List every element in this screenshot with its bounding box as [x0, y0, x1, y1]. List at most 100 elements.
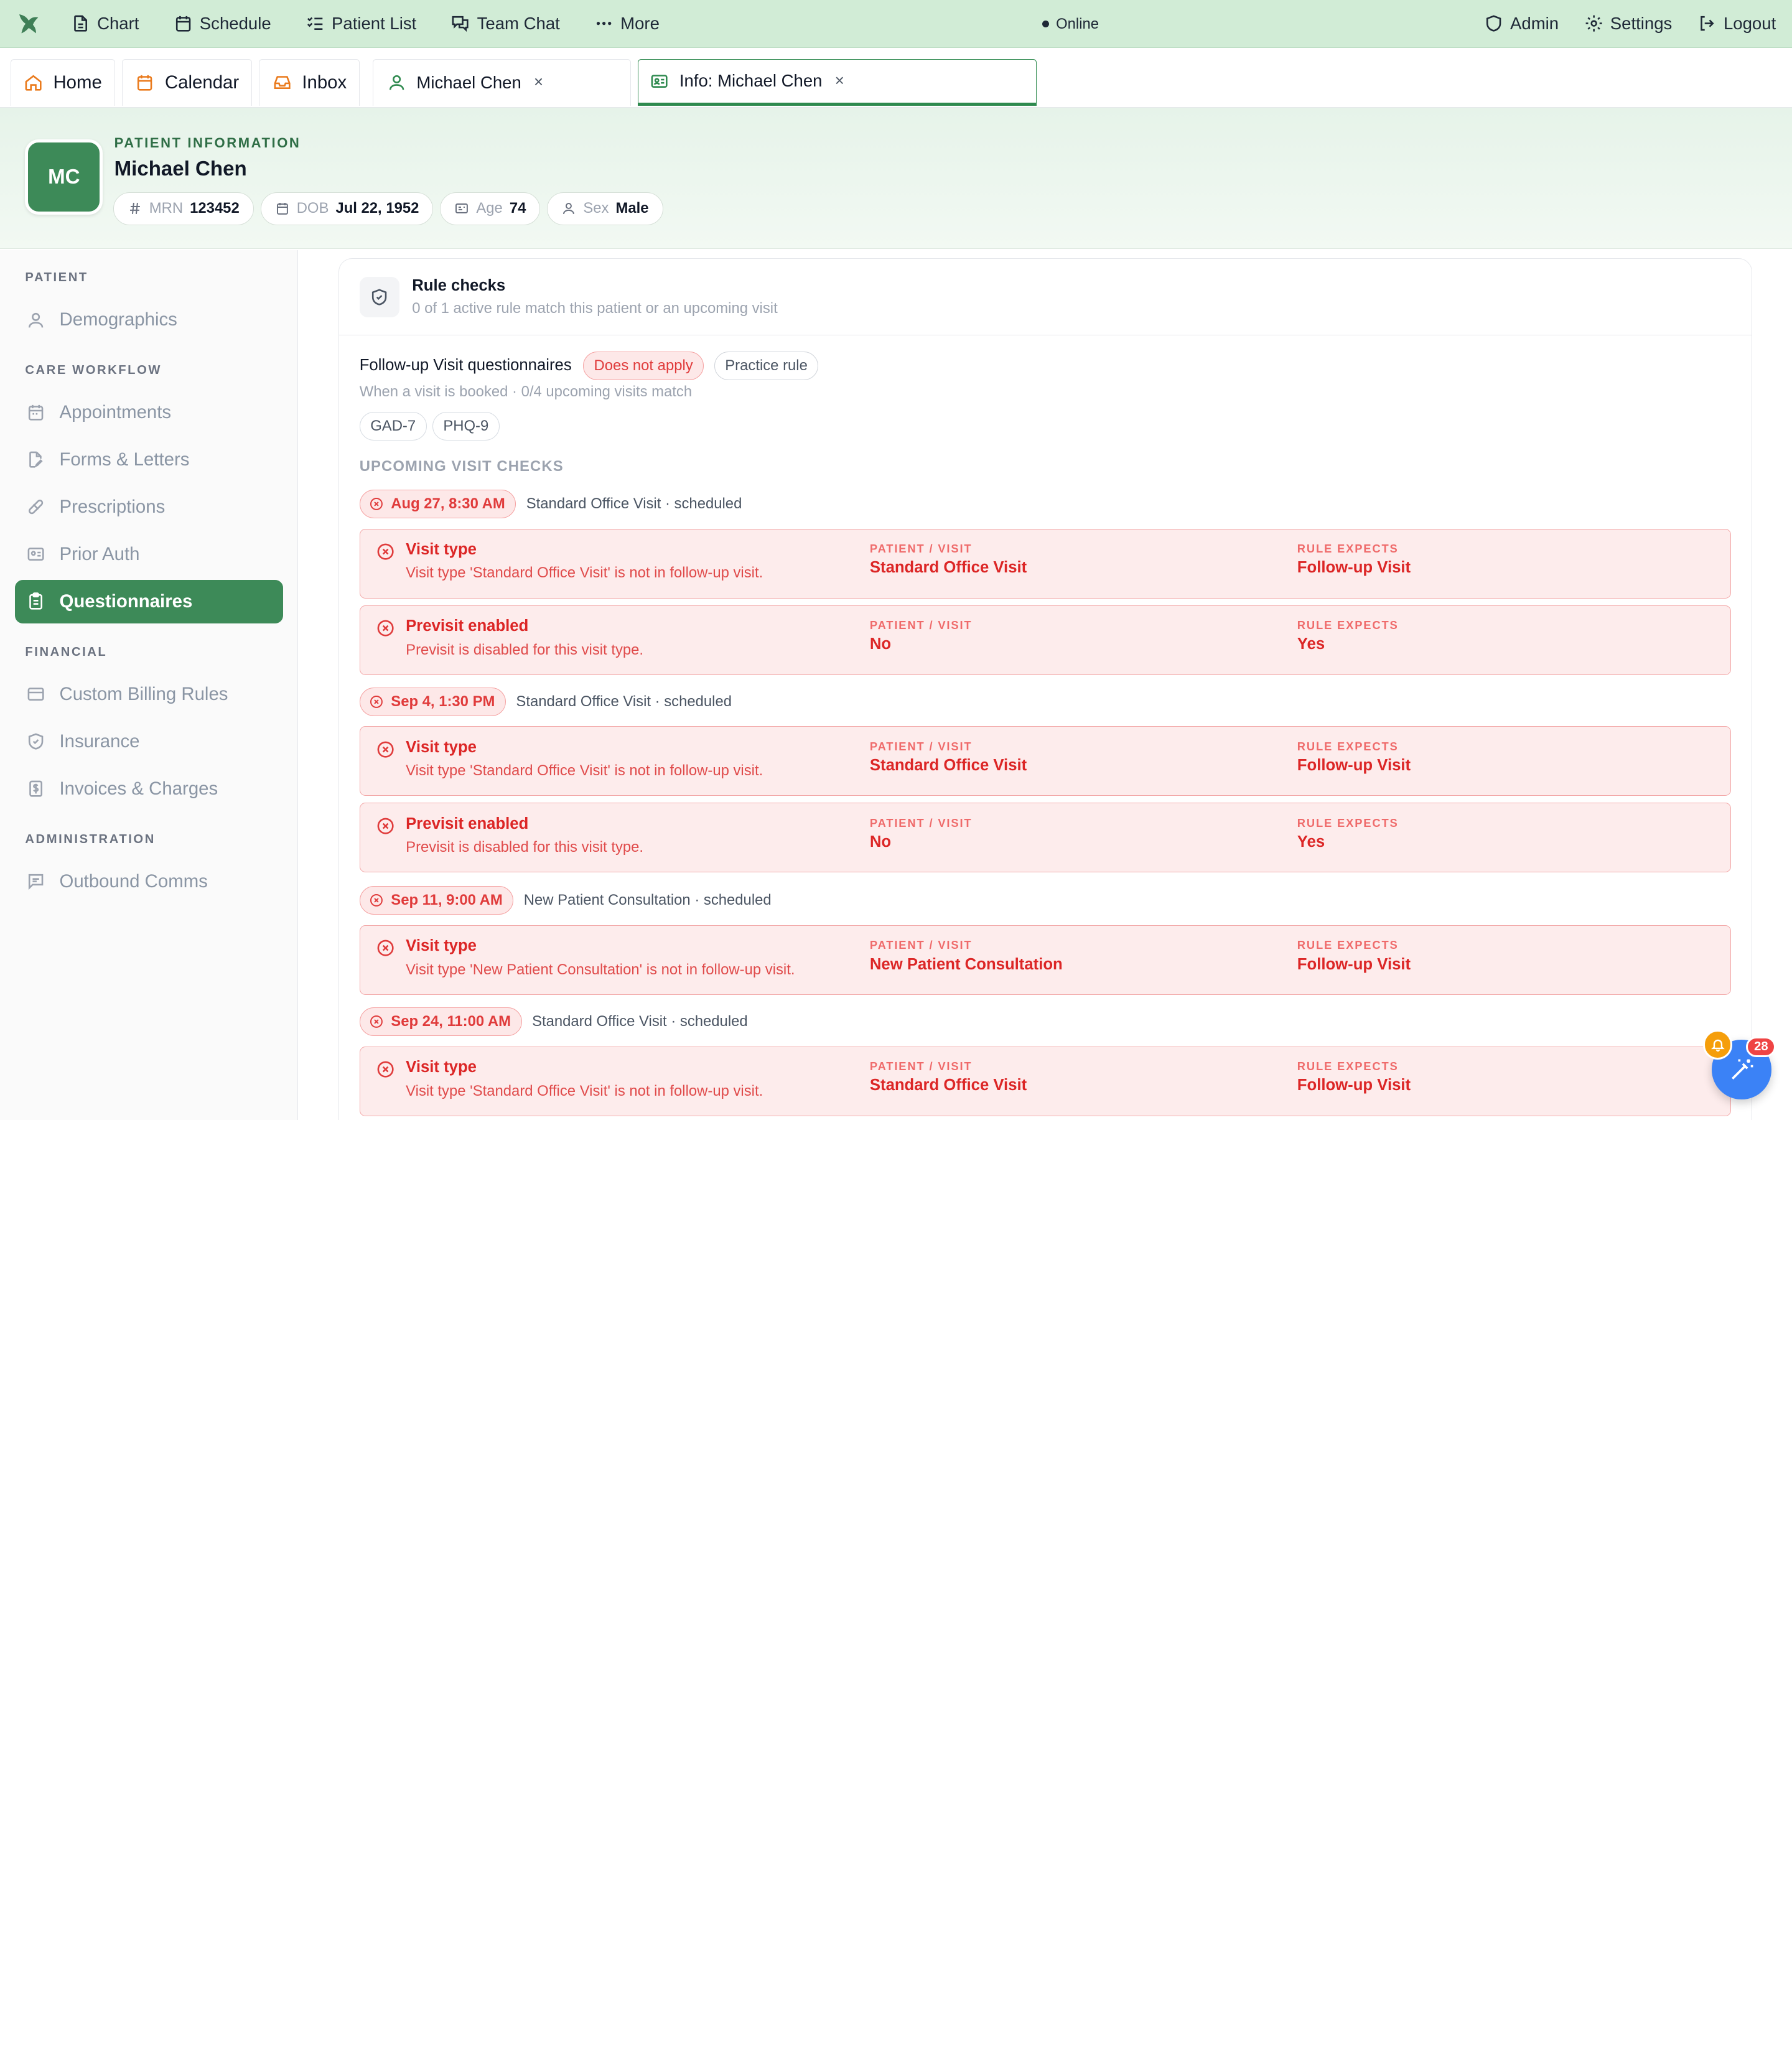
nav-chart[interactable]: Chart — [71, 14, 139, 34]
sidebar-item-label: Prescriptions — [59, 497, 166, 517]
rule-expects-label: RULE EXPECTS — [1297, 938, 1399, 952]
clipboard-icon — [29, 592, 43, 610]
shield-icon — [1486, 15, 1501, 32]
visit-header: Aug 27, 8:30 AM Standard Office Visit · … — [359, 490, 742, 518]
sidebar-item-label: Questionnaires — [59, 591, 193, 612]
nav-chart-label: Chart — [97, 14, 139, 34]
avatar: MC — [25, 139, 103, 215]
tab-patient[interactable]: Michael Chen × — [372, 58, 631, 106]
check-row: Visit type Visit type 'New Patient Consu… — [359, 925, 1731, 995]
sidebar-item-prescriptions[interactable]: Prescriptions — [15, 485, 283, 529]
notification-bell-icon[interactable] — [1702, 1029, 1733, 1060]
nav-patient-list[interactable]: Patient List — [306, 14, 417, 34]
nav-logout[interactable]: Logout — [1697, 14, 1776, 34]
nav-more[interactable]: More — [594, 14, 660, 34]
check-description: Visit type 'New Patient Consultation' is… — [406, 961, 795, 978]
visit-meta: Standard Office Visit · scheduled — [532, 1013, 748, 1030]
sex-key: Sex — [583, 200, 609, 217]
card-header: Rule checks 0 of 1 active rule match thi… — [338, 259, 1752, 336]
nav-settings[interactable]: Settings — [1584, 14, 1672, 34]
id-card-icon — [651, 74, 668, 88]
tag-phq9: PHQ-9 — [432, 412, 500, 441]
tab-patient-info-label: Info: Michael Chen — [679, 71, 823, 91]
nav-schedule[interactable]: Schedule — [174, 14, 271, 34]
nav-team-chat[interactable]: Team Chat — [450, 14, 560, 34]
check-description: Previsit is disabled for this visit type… — [406, 839, 644, 856]
inbox-icon — [274, 76, 291, 90]
visit-date-badge: Sep 4, 1:30 PM — [359, 687, 506, 716]
visit-date: Sep 11, 9:00 AM — [391, 892, 503, 909]
check-description: Previsit is disabled for this visit type… — [406, 641, 644, 658]
sidebar-item-label: Forms & Letters — [59, 449, 190, 470]
x-circle-icon — [370, 695, 383, 708]
sidebar-item-invoices-charges[interactable]: Invoices & Charges — [15, 767, 283, 811]
sidebar-item-appointments[interactable]: Appointments — [15, 391, 283, 434]
check-description: Visit type 'Standard Office Visit' is no… — [406, 1082, 763, 1099]
tab-inbox[interactable]: Inbox — [259, 58, 360, 106]
sidebar-item-outbound-comms[interactable]: Outbound Comms — [15, 860, 283, 903]
tab-calendar-label: Calendar — [164, 72, 240, 93]
tag-gad7: GAD-7 — [359, 412, 427, 441]
mrn-key: MRN — [149, 200, 184, 217]
check-title: Visit type — [406, 937, 477, 955]
pill-icon — [29, 500, 44, 515]
x-circle-icon — [378, 741, 394, 758]
ellipsis-icon — [596, 22, 612, 26]
patient-chips: MRN 123452 DOB Jul 22, 1952 Age 74 Sex M… — [113, 192, 663, 225]
tab-calendar[interactable]: Calendar — [122, 58, 253, 106]
patient-visit-value: Standard Office Visit — [869, 1076, 1027, 1094]
user-icon — [29, 312, 44, 328]
credit-card-icon — [27, 688, 44, 701]
questionnaire-tags: GAD-7 PHQ-9 — [359, 412, 500, 441]
x-circle-icon — [378, 543, 394, 560]
visit-header: Sep 4, 1:30 PM Standard Office Visit · s… — [359, 687, 732, 716]
sidebar-item-custom-billing-rules[interactable]: Custom Billing Rules — [15, 673, 283, 716]
connection-status-label: Online — [1056, 15, 1099, 32]
patient-visit-label: PATIENT / VISIT — [869, 618, 973, 632]
sidebar-item-label: Appointments — [59, 401, 172, 422]
patient-visit-label: PATIENT / VISIT — [869, 816, 973, 829]
sidebar-item-questionnaires[interactable]: Questionnaires — [14, 580, 283, 623]
x-circle-icon — [370, 498, 383, 510]
dob-key: DOB — [296, 200, 329, 217]
sex-chip: Sex Male — [547, 192, 663, 225]
sidebar-item-demographics[interactable]: Demographics — [15, 298, 283, 342]
patient-visit-label: PATIENT / VISIT — [869, 739, 973, 753]
close-icon[interactable]: × — [835, 72, 844, 90]
x-circle-icon — [378, 818, 394, 834]
x-circle-icon — [378, 940, 394, 956]
check-title: Previsit enabled — [406, 617, 529, 635]
patient-visit-value: Standard Office Visit — [869, 757, 1027, 775]
sidebar-section-care-workflow: CARE WORKFLOW — [25, 363, 162, 378]
sidebar-item-forms-letters[interactable]: Forms & Letters — [15, 438, 283, 482]
nav-admin-label: Admin — [1510, 14, 1559, 34]
sidebar-item-label: Outbound Comms — [59, 870, 208, 892]
visit-date: Sep 4, 1:30 PM — [391, 693, 495, 710]
nav-patient-list-label: Patient List — [332, 14, 417, 34]
check-row: Previsit enabled Previsit is disabled fo… — [359, 605, 1731, 675]
sidebar-item-insurance[interactable]: Insurance — [15, 720, 283, 763]
top-nav-bar: Chart Schedule Patient List Team Chat Mo… — [0, 0, 1792, 49]
section-heading: UPCOMING VISIT CHECKS — [359, 457, 564, 475]
rule-expects-label: RULE EXPECTS — [1297, 739, 1399, 753]
rule-expects-value: Yes — [1297, 833, 1325, 851]
home-icon — [25, 75, 42, 91]
age-chip: Age 74 — [440, 192, 541, 225]
sidebar-item-label: Insurance — [59, 730, 140, 752]
tab-home-label: Home — [53, 72, 102, 93]
close-icon[interactable]: × — [534, 73, 543, 91]
sidebar-item-prior-auth[interactable]: Prior Auth — [15, 533, 283, 576]
rule-expects-value: Follow-up Visit — [1297, 559, 1411, 577]
tab-home[interactable]: Home — [10, 58, 116, 106]
visit-header: Sep 11, 9:00 AM New Patient Consultation… — [359, 886, 772, 915]
nav-admin[interactable]: Admin — [1484, 14, 1559, 34]
patient-visit-label: PATIENT / VISIT — [869, 1059, 973, 1073]
rule-expects-value: Yes — [1297, 635, 1325, 653]
app-logo-icon[interactable] — [16, 11, 41, 36]
visit-date-badge: Sep 24, 11:00 AM — [359, 1007, 522, 1037]
nav-logout-label: Logout — [1723, 14, 1776, 34]
message-icon — [29, 874, 44, 890]
tab-patient-info[interactable]: Info: Michael Chen × — [637, 58, 1037, 106]
rule-expects-value: Follow-up Visit — [1297, 955, 1411, 973]
x-circle-icon — [378, 620, 394, 637]
